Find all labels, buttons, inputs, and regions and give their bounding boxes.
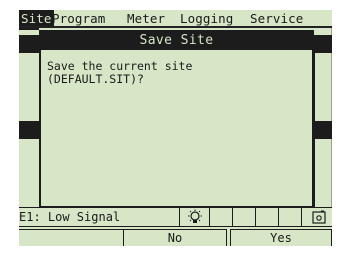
dialog-title: Save Site <box>41 32 312 50</box>
dialog-message: Save the current site (DEFAULT.SIT)? <box>47 59 193 86</box>
menu-item-site[interactable]: Site <box>19 10 54 26</box>
no-button[interactable]: No <box>123 229 227 246</box>
menu-bar: Site Program Meter Logging Service <box>19 10 332 28</box>
background-edge-right <box>314 53 315 121</box>
background-edge-right <box>314 139 315 207</box>
menu-item-program[interactable]: Program <box>52 10 105 26</box>
status-cell <box>301 208 302 226</box>
background-panel-left <box>19 121 39 139</box>
background-panel-left <box>19 35 39 53</box>
status-cell <box>209 208 210 226</box>
device-screen: Site Program Meter Logging Service Save … <box>0 0 344 256</box>
lcd-display: Site Program Meter Logging Service Save … <box>19 10 332 246</box>
status-cell <box>255 208 256 226</box>
status-cell <box>179 208 180 226</box>
status-bar: E1: Low Signal <box>19 207 332 227</box>
document-icon <box>312 210 326 224</box>
save-site-dialog: Save Site Save the current site (DEFAULT… <box>39 30 314 208</box>
status-message: E1: Low Signal <box>19 210 121 224</box>
menu-item-service[interactable]: Service <box>250 10 303 26</box>
menu-item-logging[interactable]: Logging <box>180 10 233 26</box>
background-divider <box>19 28 39 30</box>
lightbulb-icon <box>188 209 202 223</box>
softkey-left[interactable] <box>19 229 123 246</box>
status-cell <box>232 208 233 226</box>
yes-button[interactable]: Yes <box>230 229 332 246</box>
background-panel-right <box>314 35 332 53</box>
softkey-bar: No Yes <box>19 227 332 246</box>
background-panel-right <box>314 121 332 139</box>
status-cell <box>278 208 279 226</box>
menu-item-meter[interactable]: Meter <box>127 10 165 26</box>
